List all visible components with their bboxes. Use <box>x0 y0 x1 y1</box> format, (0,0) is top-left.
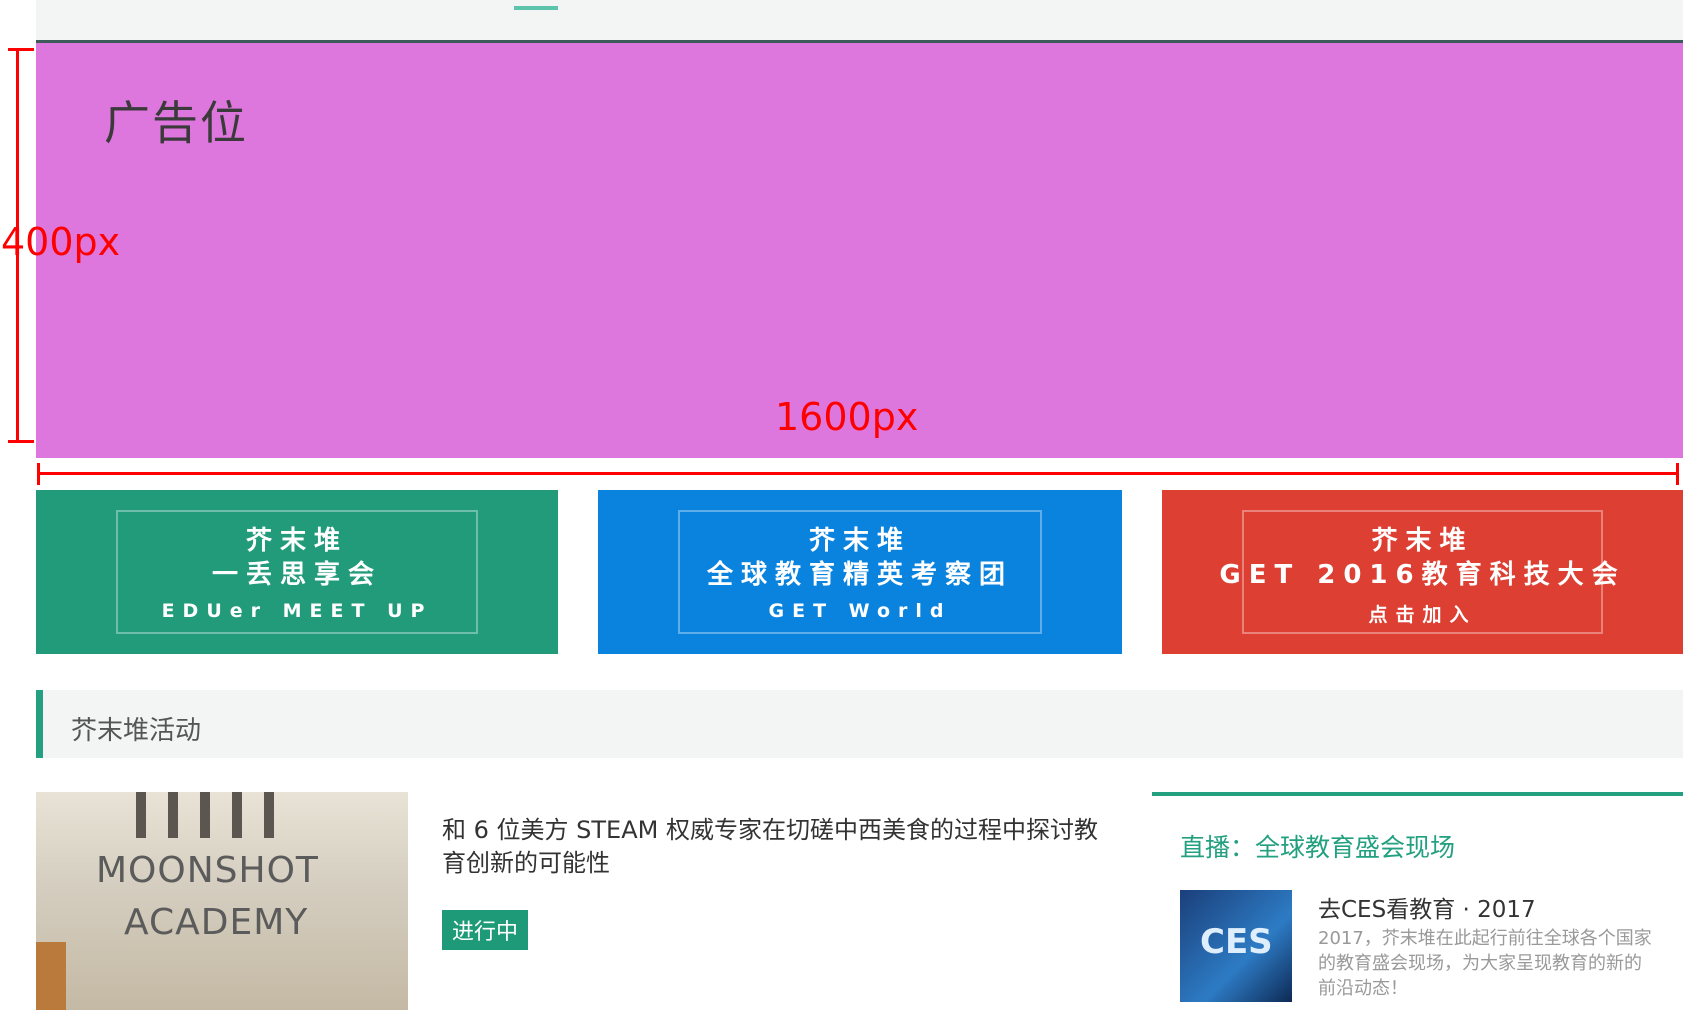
banner-brand: 芥末堆 <box>1371 526 1474 556</box>
activity-card[interactable]: MOONSHOT ACADEMY 和 6 位美方 STEAM 权威专家在切磋中西… <box>36 792 1120 1010</box>
banner-get-world[interactable]: 芥末堆 全球教育精英考察团 GET World <box>598 490 1122 654</box>
live-heading[interactable]: 直播：全球教育盛会现场 <box>1180 828 1455 864</box>
window-bar <box>200 792 210 838</box>
banner-subtitle: EDUer MEET UP <box>161 600 433 622</box>
height-dimension-tick-bottom <box>8 440 34 443</box>
active-nav-indicator <box>514 6 558 10</box>
banner-get-2016[interactable]: 芥末堆 GET 2016教育科技大会 点击加入 <box>1162 490 1683 654</box>
banner-join-link[interactable]: 点击加入 <box>1162 600 1683 627</box>
ad-label: 广告位 <box>104 96 248 150</box>
banner-title: 全球教育精英考察团 <box>706 560 1013 590</box>
banner-subtitle: GET World <box>768 600 952 622</box>
image-sign-text: MOONSHOT <box>96 850 319 891</box>
image-door <box>36 942 66 1010</box>
image-sign-text: ACADEMY <box>124 902 309 943</box>
window-bar <box>136 792 146 838</box>
live-thumbnail[interactable]: CES <box>1180 890 1292 1002</box>
window-bar <box>168 792 178 838</box>
thumbnail-logo-text: CES <box>1200 922 1273 962</box>
height-dimension-tick-top <box>8 48 34 51</box>
width-dimension-label: 1600px <box>775 395 919 439</box>
activity-title[interactable]: 和 6 位美方 STEAM 权威专家在切磋中西美食的过程中探讨教育创新的可能性 <box>442 814 1102 880</box>
banner-brand: 芥末堆 <box>808 526 911 556</box>
activity-image[interactable]: MOONSHOT ACADEMY <box>36 792 408 1010</box>
top-nav-bar <box>36 0 1683 43</box>
width-dimension-line <box>38 472 1678 475</box>
live-panel: 直播：全球教育盛会现场 CES 去CES看教育 · 2017 2017，芥末堆在… <box>1152 792 1683 1014</box>
section-header-activities: 芥末堆活动 <box>36 690 1683 758</box>
window-bar <box>264 792 274 838</box>
banner-meetup[interactable]: 芥末堆 一丢思享会 EDUer MEET UP <box>36 490 558 654</box>
width-dimension-tick-left <box>37 463 40 485</box>
window-bar <box>232 792 242 838</box>
banner-title: 一丢思享会 <box>211 560 382 590</box>
width-dimension-tick-right <box>1676 463 1679 485</box>
banner-title: GET 2016教育科技大会 <box>1219 560 1626 590</box>
height-dimension-label: 400px <box>1 220 121 264</box>
banner-brand: 芥末堆 <box>245 526 348 556</box>
section-title: 芥末堆活动 <box>71 716 202 746</box>
live-item-description: 2017，芥末堆在此起行前往全球各个国家的教育盛会现场，为大家呈现教育的新的前沿… <box>1318 928 1652 999</box>
live-item-title[interactable]: 去CES看教育 · 2017 <box>1318 890 1536 924</box>
status-badge: 进行中 <box>442 910 529 950</box>
